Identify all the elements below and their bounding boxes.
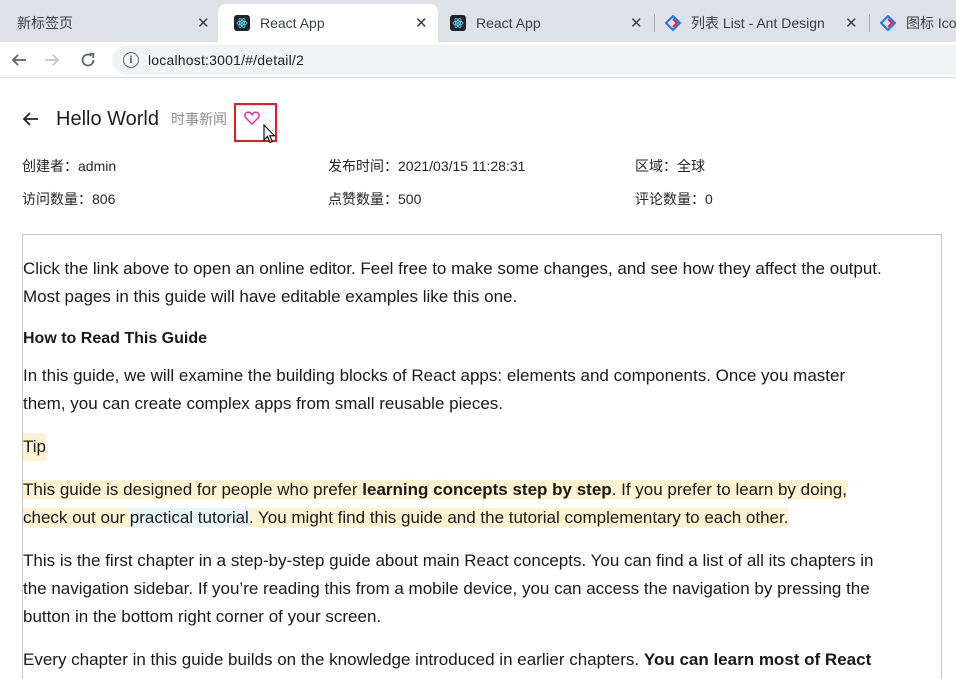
article-paragraph: In this guide, we will examine the build… <box>23 362 941 418</box>
text-run: . If you prefer to learn by doing, <box>611 480 847 499</box>
article-paragraph: Every chapter in this guide builds on th… <box>23 646 941 674</box>
text-run: . You might find this guide and the tuto… <box>248 508 789 527</box>
tip-title: Tip <box>23 433 46 461</box>
tab-title: 列表 List - Ant Design <box>691 15 825 31</box>
arrow-left-icon <box>11 54 26 66</box>
text-line: This is the first chapter in a step-by-s… <box>23 551 874 570</box>
mouse-cursor-icon <box>263 124 276 144</box>
desc-value: 806 <box>92 191 116 207</box>
text-run: This guide is designed for people who pr… <box>23 480 363 499</box>
text-line: them, you can create complex apps from s… <box>23 394 504 413</box>
back-button[interactable] <box>7 48 31 72</box>
desc-value: admin <box>78 158 117 174</box>
text-line: Most pages in this guide will have edita… <box>23 287 518 306</box>
browser-tab-strip: 新标签页 ✕ React App ✕ React App ✕ 列表 List -… <box>0 0 956 42</box>
tab-close-icon[interactable]: ✕ <box>415 14 428 32</box>
desc-label: 区域： <box>635 158 677 174</box>
tab-react-app-active[interactable]: React App ✕ <box>218 4 438 42</box>
description-visits: 访问数量：806 <box>22 189 115 209</box>
desc-value: 500 <box>398 191 422 207</box>
description-comments: 评论数量：0 <box>635 189 713 209</box>
tip-label: Tip <box>23 433 941 461</box>
reload-button[interactable] <box>76 48 100 72</box>
article-heading: How to Read This Guide <box>23 330 208 347</box>
desc-value: 全球 <box>677 158 705 174</box>
article-paragraph: This is the first chapter in a step-by-s… <box>23 547 941 631</box>
tab-new-tab[interactable]: 新标签页 ✕ <box>0 4 218 42</box>
desc-label: 访问数量： <box>22 191 92 207</box>
tab-title: 图标 Icon <box>906 15 956 31</box>
description-likes: 点赞数量：500 <box>328 189 421 209</box>
text-run: Every chapter in this guide builds on th… <box>23 650 644 669</box>
tab-title: React App <box>476 15 541 31</box>
tab-react-app[interactable]: React App ✕ <box>438 4 654 42</box>
heart-icon[interactable] <box>244 111 260 125</box>
article-paragraph: Click the link above to open an online e… <box>23 255 941 311</box>
text-line: In this guide, we will examine the build… <box>23 366 846 385</box>
tab-ant-design-icon[interactable]: 图标 Icon <box>870 4 956 42</box>
tab-title: React App <box>260 15 325 31</box>
tip-paragraph: This guide is designed for people who pr… <box>23 476 941 532</box>
practical-tutorial-link[interactable]: practical tutorial <box>129 508 249 527</box>
browser-toolbar: i localhost:3001/#/detail/2 <box>0 42 956 78</box>
back-arrow-icon[interactable] <box>22 110 40 128</box>
description-region: 区域：全球 <box>635 156 705 176</box>
tab-ant-design-list[interactable]: 列表 List - Ant Design ✕ <box>655 4 869 42</box>
page-header: Hello World 时事新闻 <box>22 104 227 134</box>
text-line: button in the bottom right corner of you… <box>23 607 382 626</box>
react-icon <box>234 15 250 31</box>
tab-close-icon[interactable]: ✕ <box>630 14 643 32</box>
text-run: check out our <box>23 508 130 527</box>
ant-design-icon <box>664 14 682 32</box>
forward-button[interactable] <box>40 48 64 72</box>
arrow-right-icon <box>45 54 60 66</box>
tab-close-icon[interactable]: ✕ <box>845 14 858 32</box>
desc-value: 2021/03/15 11:28:31 <box>398 158 526 174</box>
article-content: Click the link above to open an online e… <box>22 234 942 679</box>
desc-value: 0 <box>705 191 713 207</box>
desc-label: 点赞数量： <box>328 191 398 207</box>
react-icon <box>450 15 466 31</box>
page-title: Hello World <box>56 107 159 130</box>
description-publish-time: 发布时间：2021/03/15 11:28:31 <box>328 156 525 176</box>
description-creator: 创建者：admin <box>22 156 116 176</box>
desc-label: 评论数量： <box>635 191 705 207</box>
desc-label: 发布时间： <box>328 158 398 174</box>
bold-text: You can learn most of React <box>643 650 872 669</box>
url-text: localhost:3001/#/detail/2 <box>148 52 304 68</box>
page-subtitle: 时事新闻 <box>171 111 227 127</box>
text-line: the navigation sidebar. If you’re readin… <box>23 579 870 598</box>
tab-title: 新标签页 <box>17 15 73 31</box>
reload-icon <box>81 52 95 67</box>
tab-close-icon[interactable]: ✕ <box>197 14 210 32</box>
ant-design-icon <box>879 14 897 32</box>
address-bar[interactable]: i localhost:3001/#/detail/2 <box>112 45 956 75</box>
bold-text: learning concepts step by step <box>362 480 612 499</box>
site-info-icon[interactable]: i <box>123 52 139 68</box>
text-line: Click the link above to open an online e… <box>23 259 882 278</box>
desc-label: 创建者： <box>22 158 78 174</box>
